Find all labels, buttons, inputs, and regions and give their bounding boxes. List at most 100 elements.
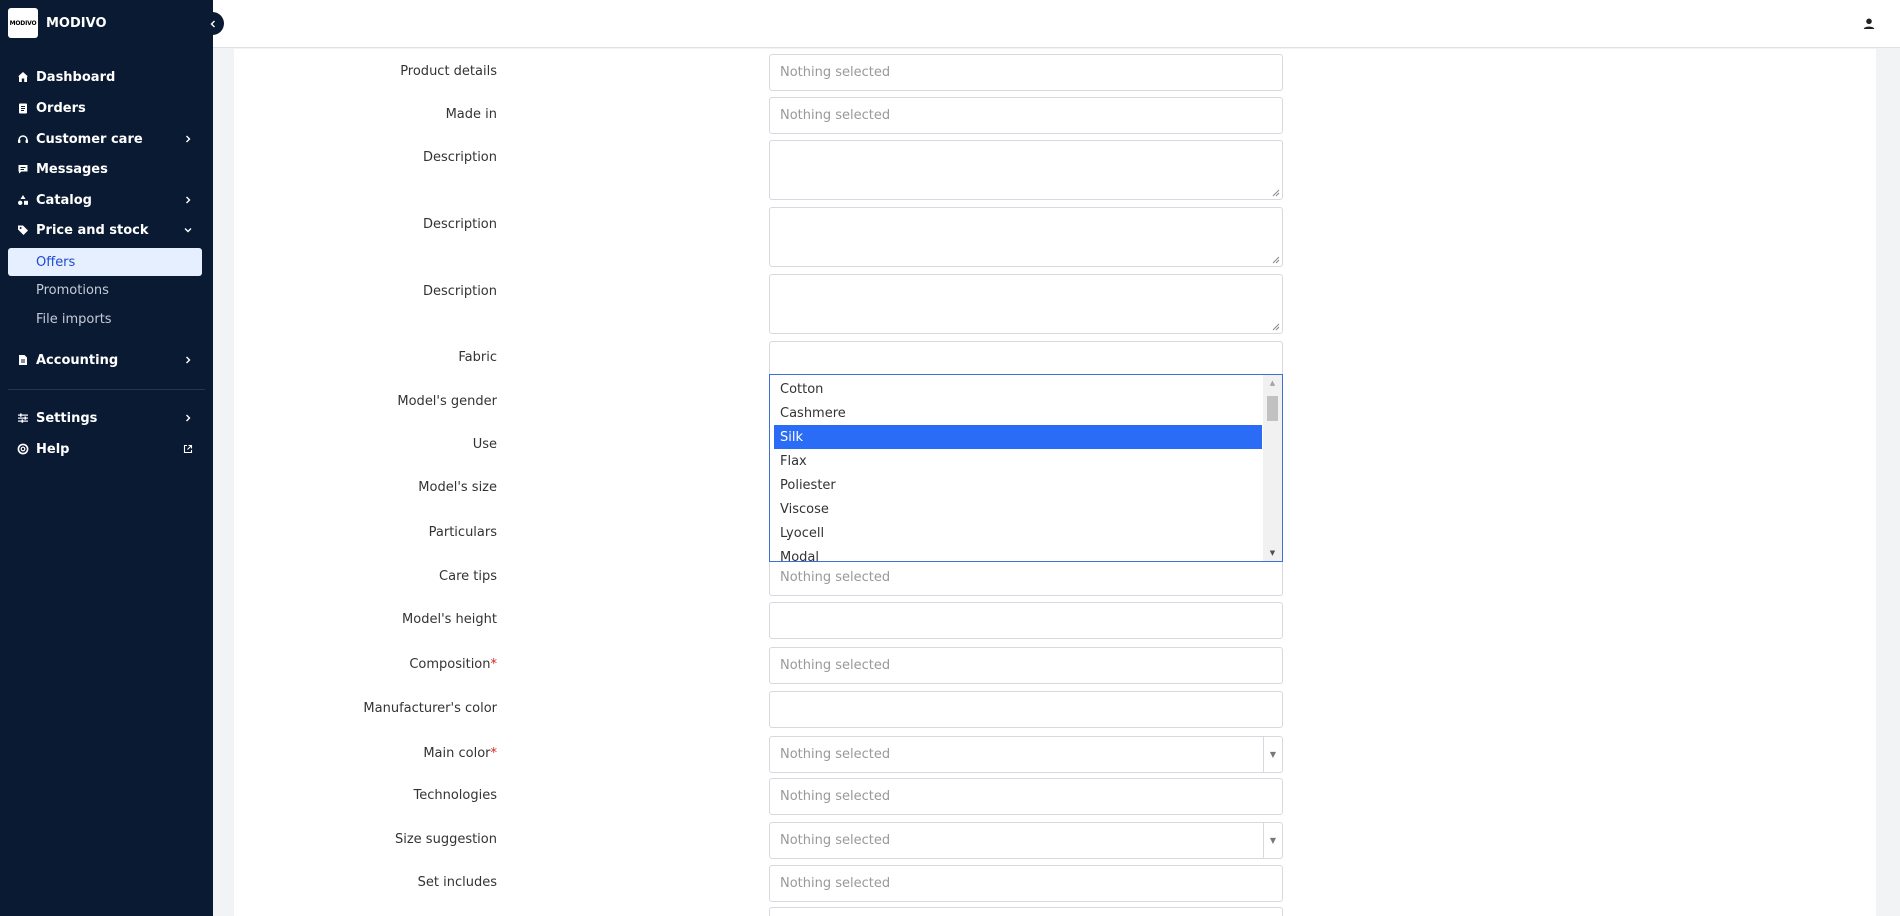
collapse-sidebar-button[interactable]	[201, 12, 224, 35]
description-textarea[interactable]	[769, 207, 1283, 267]
topbar	[213, 0, 1900, 48]
description-label: Description	[422, 150, 497, 165]
brand-name: MODIVO	[46, 15, 107, 31]
sidebar-item-label: Price and stock	[36, 222, 149, 238]
tag-icon	[16, 223, 30, 237]
field-label-text: Main color	[423, 746, 491, 761]
next-field-select[interactable]	[769, 907, 1283, 916]
resize-grip-icon[interactable]	[1272, 256, 1280, 264]
fabric-label: Fabric	[458, 350, 497, 365]
select-value: Nothing selected	[780, 833, 891, 848]
user-icon[interactable]	[1861, 16, 1877, 32]
main-color-select[interactable]: Nothing selected ▼	[769, 736, 1283, 773]
models-height-label: Model's height	[402, 612, 497, 627]
fabric-option[interactable]: Lyocell	[774, 521, 1262, 545]
sidebar-item-label: Dashboard	[36, 69, 116, 85]
sidebar-item-dashboard[interactable]: Dashboard	[0, 65, 213, 89]
select-value: Nothing selected	[780, 876, 891, 891]
care-tips-label: Care tips	[439, 569, 497, 584]
chevron-left-icon	[210, 20, 215, 27]
models-size-label: Model's size	[418, 480, 497, 495]
scroll-down-arrow-icon[interactable]: ▼	[1263, 545, 1282, 561]
external-link-icon	[183, 444, 193, 454]
sidebar-item-settings[interactable]: Settings	[0, 406, 213, 430]
sidebar-item-label: Help	[36, 441, 70, 457]
sidebar-item-messages[interactable]: Messages	[0, 157, 213, 181]
sidebar-divider	[8, 389, 205, 390]
fabric-option[interactable]: Flax	[774, 449, 1262, 473]
select-value: Nothing selected	[780, 65, 891, 80]
composition-select[interactable]: Nothing selected	[769, 647, 1283, 684]
brand-logo: MODIVO	[8, 8, 38, 38]
resize-grip-icon[interactable]	[1272, 189, 1280, 197]
sidebar-item-label: Customer care	[36, 131, 143, 147]
sidebar-item-label: Accounting	[36, 352, 119, 368]
fabric-option[interactable]: Cotton	[774, 377, 1262, 401]
sidebar-item-help[interactable]: Help	[0, 437, 213, 461]
use-label: Use	[472, 437, 497, 452]
sidebar-item-catalog[interactable]: Catalog	[0, 188, 213, 212]
description-textarea[interactable]	[769, 274, 1283, 334]
shapes-icon	[16, 193, 30, 207]
resize-grip-icon[interactable]	[1272, 323, 1280, 331]
sidebar-item-label: Orders	[36, 100, 86, 116]
fabric-option[interactable]: Viscose	[774, 497, 1262, 521]
sidebar-subitem-promotions[interactable]: Promotions	[8, 276, 202, 304]
chevron-down-icon	[183, 225, 193, 235]
fabric-option-selected[interactable]: Silk	[774, 425, 1262, 449]
main-color-label: Main color*	[257, 746, 497, 762]
select-value: Nothing selected	[780, 789, 891, 804]
select-value: Nothing selected	[780, 108, 891, 123]
sidebar-item-accounting[interactable]: Accounting	[0, 348, 213, 372]
clipboard-icon	[16, 101, 30, 115]
fabric-options-list[interactable]: Cotton Cashmere Silk Flax Poliester Visc…	[769, 374, 1283, 562]
care-tips-select[interactable]: Nothing selected	[769, 559, 1283, 596]
chevron-right-icon	[183, 134, 193, 144]
description-textarea[interactable]	[769, 140, 1283, 200]
sliders-icon	[16, 411, 30, 425]
sidebar-item-price-and-stock[interactable]: Price and stock	[0, 218, 213, 242]
product-details-label: Product details	[400, 64, 497, 79]
scrollbar-thumb[interactable]	[1267, 396, 1278, 421]
caret-down-icon: ▼	[1263, 737, 1282, 772]
lifebuoy-icon	[16, 442, 30, 456]
sidebar-item-orders[interactable]: Orders	[0, 96, 213, 120]
manufacturers-color-label: Manufacturer's color	[363, 701, 497, 716]
scrollbar[interactable]: ▲ ▼	[1263, 375, 1282, 561]
sidebar-subitem-file-imports[interactable]: File imports	[8, 305, 202, 333]
size-suggestion-select[interactable]: Nothing selected ▼	[769, 822, 1283, 859]
set-includes-select[interactable]: Nothing selected	[769, 865, 1283, 902]
fabric-select[interactable]	[769, 341, 1283, 375]
description-label: Description	[422, 217, 497, 232]
sidebar-subitem-offers[interactable]: Offers	[8, 248, 202, 276]
models-height-input[interactable]	[769, 602, 1283, 639]
made-in-label: Made in	[445, 107, 497, 122]
sidebar-item-label: Messages	[36, 161, 108, 177]
fabric-option[interactable]: Poliester	[774, 473, 1262, 497]
brand[interactable]: MODIVO MODIVO	[8, 8, 107, 38]
particulars-label: Particulars	[428, 525, 497, 540]
size-suggestion-label: Size suggestion	[394, 832, 497, 847]
technologies-select[interactable]: Nothing selected	[769, 778, 1283, 815]
manufacturers-color-input[interactable]	[769, 691, 1283, 728]
set-includes-label: Set includes	[417, 875, 497, 890]
scroll-up-arrow-icon[interactable]: ▲	[1263, 375, 1282, 391]
composition-label: Composition*	[257, 657, 497, 673]
made-in-select[interactable]: Nothing selected	[769, 97, 1283, 134]
required-marker: *	[490, 657, 498, 672]
product-details-select[interactable]: Nothing selected	[769, 54, 1283, 91]
description-label: Description	[422, 284, 497, 299]
caret-down-icon: ▼	[1263, 823, 1282, 858]
sidebar: MODIVO MODIVO Dashboard Orders Customer …	[0, 0, 213, 916]
chat-icon	[16, 162, 30, 176]
fabric-option[interactable]: Modal	[774, 545, 1262, 562]
field-label-text: Composition	[409, 657, 491, 672]
select-value: Nothing selected	[780, 658, 891, 673]
chevron-right-icon	[183, 195, 193, 205]
sidebar-item-customer-care[interactable]: Customer care	[0, 127, 213, 151]
fabric-option[interactable]: Cashmere	[774, 401, 1262, 425]
select-value: Nothing selected	[780, 747, 891, 762]
chevron-right-icon	[183, 413, 193, 423]
select-value: Nothing selected	[780, 570, 891, 585]
sidebar-item-label: Settings	[36, 410, 98, 426]
